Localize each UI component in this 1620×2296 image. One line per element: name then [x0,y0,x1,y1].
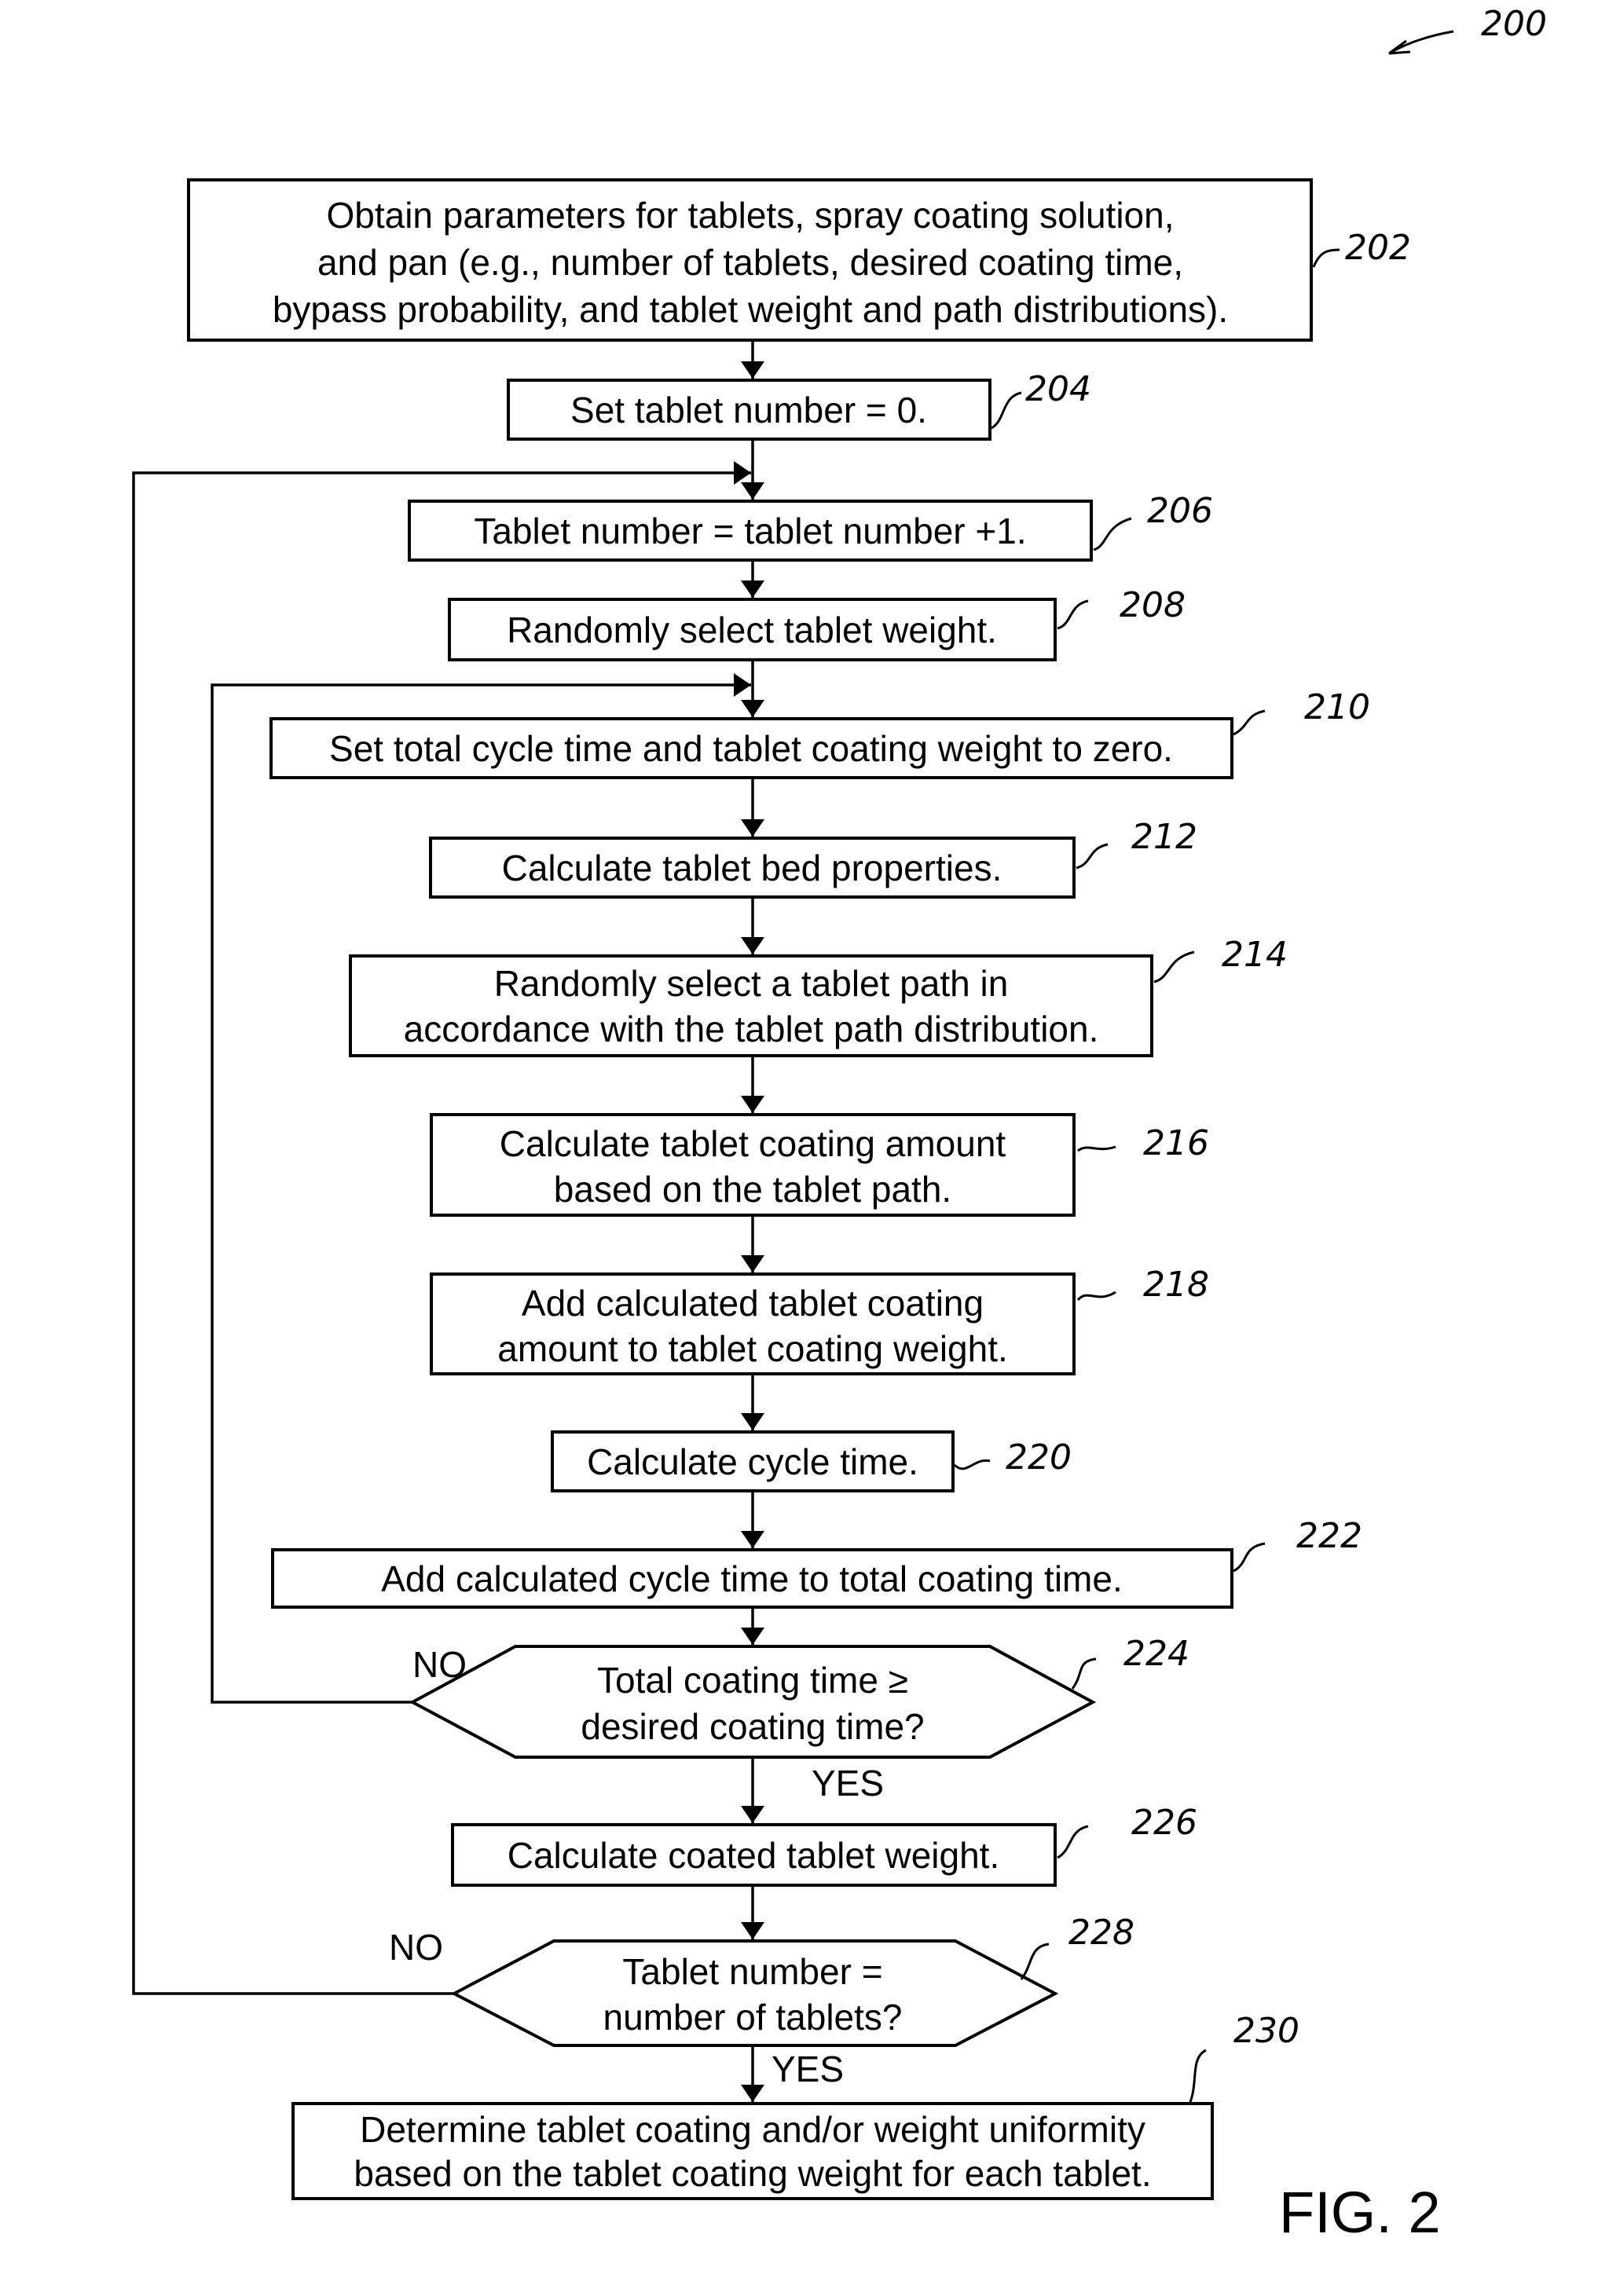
step-202-ref: 202 [1345,228,1411,268]
decision-224-line-1: Total coating time ≥ [597,1660,908,1701]
step-218-line-1: Add calculated tablet coating [522,1283,984,1324]
step-204-ref: 204 [1025,369,1091,409]
step-202-line-2: and pan (e.g., number of tablets, desire… [317,242,1183,283]
decision-228-line-1: Tablet number = [622,1951,882,1992]
step-208-text: Randomly select tablet weight. [507,610,997,650]
step-212-text: Calculate tablet bed properties. [502,848,1002,888]
decision-228: Tablet number = number of tablets? NO YE… [389,1913,1134,2089]
figure-reference-number: 200 [1481,4,1547,44]
step-220-text: Calculate cycle time. [587,1441,918,1482]
step-214-ref: 214 [1222,935,1288,975]
step-206-text: Tablet number = tablet number +1. [474,511,1026,551]
step-230-line-1: Determine tablet coating and/or weight u… [360,2109,1145,2150]
step-226-leader [1057,1825,1089,1859]
step-208-leader [1057,599,1089,630]
figure-reference: 200 [1388,4,1547,55]
step-226-ref: 226 [1131,1803,1197,1843]
step-202-leader [1312,248,1340,268]
step-210-text: Set total cycle time and tablet coating … [329,728,1173,769]
step-210-leader [1233,709,1266,736]
decision-224: Total coating time ≥ desired coating tim… [409,1634,1189,1803]
step-216-line-1: Calculate tablet coating amount [500,1123,1006,1164]
step-226-text: Calculate coated tablet weight. [508,1835,1000,1876]
step-218-line-2: amount to tablet coating weight. [497,1328,1008,1369]
step-208: Randomly select tablet weight. 208 [448,585,1186,661]
step-210: Set total cycle time and tablet coating … [269,687,1370,779]
figure-caption: FIG. 2 [1279,2180,1441,2245]
decision-224-leader [1071,1657,1097,1690]
step-218: Add calculated tablet coating amount to … [430,1265,1209,1375]
step-220-ref: 220 [1006,1437,1072,1478]
step-216-leader [1077,1145,1116,1152]
step-230-line-2: based on the tablet coating weight for e… [354,2153,1151,2194]
step-214-line-2: accordance with the tablet path distribu… [404,1009,1099,1049]
reference-arrow-icon [1388,30,1454,55]
step-214-leader [1153,950,1195,983]
decision-224-yes-label: YES [812,1763,884,1803]
decision-224-line-2: desired coating time? [581,1706,924,1747]
step-212-leader [1076,843,1109,870]
step-214-line-1: Randomly select a tablet path in [494,963,1009,1004]
step-216-ref: 216 [1143,1123,1209,1163]
step-216: Calculate tablet coating amount based on… [430,1113,1209,1217]
decision-224-ref: 224 [1123,1634,1189,1674]
step-206-leader [1093,517,1132,551]
step-206: Tablet number = tablet number +1. 206 [408,491,1213,562]
decision-228-leader [1020,1943,1050,1980]
step-204-text: Set tablet number = 0. [570,390,927,430]
step-218-ref: 218 [1143,1265,1209,1305]
step-218-leader [1076,1291,1116,1302]
step-216-line-2: based on the tablet path. [554,1169,951,1210]
step-202: Obtain parameters for tablets, spray coa… [187,178,1411,342]
decision-228-no-label: NO [389,1927,443,1968]
step-230-ref: 230 [1233,2011,1299,2051]
step-212-ref: 212 [1131,817,1197,857]
step-206-ref: 206 [1147,491,1213,531]
decision-228-line-2: number of tablets? [603,1997,902,2038]
step-222-text: Add calculated cycle time to total coati… [381,1558,1122,1599]
step-214: Randomly select a tablet path in accorda… [349,935,1288,1057]
loop-228-no-to-206 [132,461,751,1995]
step-222-ref: 222 [1296,1516,1362,1556]
step-220-leader [953,1459,991,1470]
step-222: Add calculated cycle time to total coati… [271,1516,1362,1609]
step-220: Calculate cycle time. 220 [551,1430,1072,1492]
step-226: Calculate coated tablet weight. 226 [451,1803,1197,1887]
decision-228-ref: 228 [1068,1913,1134,1953]
step-212: Calculate tablet bed properties. 212 [429,817,1197,899]
step-208-ref: 208 [1120,585,1186,625]
step-204-leader [991,391,1022,430]
flowchart: 200 Obtain parameters for tablets, spray… [132,4,1547,2245]
step-222-leader [1233,1542,1266,1573]
decision-224-no-label: NO [412,1644,467,1685]
step-202-line-3: bypass probability, and tablet weight an… [273,289,1228,330]
step-202-line-1: Obtain parameters for tablets, spray coa… [326,195,1174,236]
step-204: Set tablet number = 0. 204 [507,369,1091,441]
step-210-ref: 210 [1304,687,1370,727]
step-230-leader [1189,2049,1207,2103]
decision-228-yes-label: YES [772,2049,844,2089]
